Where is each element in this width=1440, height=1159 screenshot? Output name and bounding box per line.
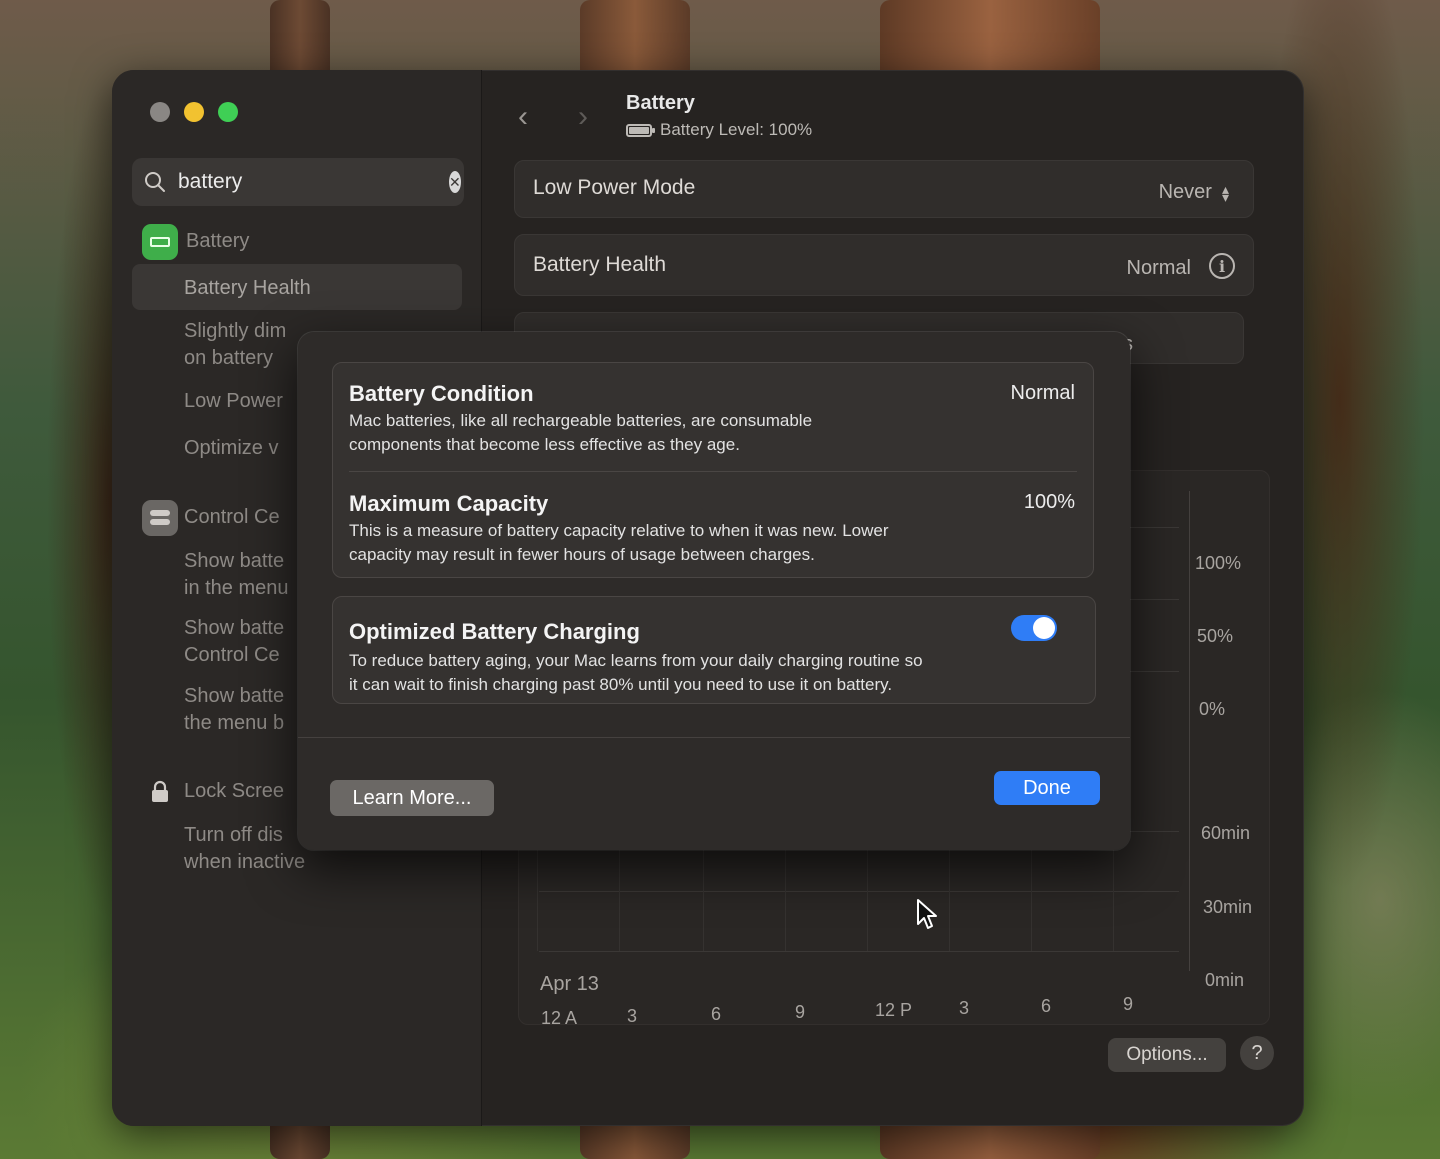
battery-icon <box>626 123 655 137</box>
chart-gridline <box>867 841 868 951</box>
chevron-up-down-icon: ▴ ▾ <box>1221 180 1229 205</box>
chart-date-label: Apr 13 <box>540 973 599 995</box>
x-tick-label: 3 <box>959 998 970 1018</box>
back-chevron-icon[interactable]: ‹ <box>518 100 528 134</box>
sidebar-item-label: Control Ce <box>184 644 280 666</box>
sidebar-item-control-centre[interactable]: Control Ce <box>184 504 280 531</box>
description-line: it can wait to finish charging past 80% … <box>349 675 893 694</box>
description-line: This is a measure of battery capacity re… <box>349 521 889 540</box>
chart-gridline <box>537 841 538 951</box>
sidebar-item-label: on battery <box>184 347 273 369</box>
info-icon[interactable]: i <box>1209 253 1235 279</box>
low-power-mode-select[interactable]: Never ▴ ▾ <box>1159 181 1229 204</box>
minimize-window-button[interactable] <box>184 102 204 122</box>
x-tick-label: 12 P <box>875 1000 913 1020</box>
low-power-mode-value: Never <box>1158 181 1212 203</box>
level-tick-label: 100% <box>1195 553 1242 573</box>
battery-info-group: Battery Condition Normal Mac batteries, … <box>332 362 1094 578</box>
level-tick-label: 0% <box>1199 699 1226 719</box>
time-tick-label: 0min <box>1205 970 1245 990</box>
optimized-charging-title: Optimized Battery Charging <box>349 619 640 644</box>
sidebar-item-label: Show batte <box>184 550 285 572</box>
maximum-capacity-title: Maximum Capacity <box>349 491 549 516</box>
sidebar-item-show-battery-menubar[interactable]: Show batte the menu b <box>184 683 284 737</box>
battery-level-text: Battery Level: 100% <box>660 120 813 139</box>
description-line: capacity may result in fewer hours of us… <box>349 545 815 564</box>
chart-gridline <box>1113 841 1114 951</box>
forward-chevron-icon[interactable]: › <box>578 100 588 134</box>
sidebar-item-optimize[interactable]: Optimize v <box>184 435 278 462</box>
battery-level-status: Battery Level: 100% <box>626 120 812 140</box>
level-tick-label: 50% <box>1197 626 1234 646</box>
learn-more-button[interactable]: Learn More... <box>330 780 494 816</box>
time-tick-label: 30min <box>1203 897 1253 917</box>
chart-gridline <box>949 841 950 951</box>
description-line: components that become less effective as… <box>349 435 740 454</box>
battery-condition-value: Normal <box>1010 382 1075 404</box>
done-button[interactable]: Done <box>994 771 1100 805</box>
battery-health-value: Normal <box>1126 257 1191 279</box>
description-line: To reduce battery aging, your Mac learns… <box>349 651 923 670</box>
low-power-mode-label: Low Power Mode <box>533 176 696 199</box>
maximum-capacity-value: 100% <box>1023 491 1075 513</box>
sidebar-item-label: Show batte <box>184 617 285 639</box>
chart-gridline <box>619 841 620 951</box>
zoom-window-button[interactable] <box>218 102 238 122</box>
sidebar-item-battery[interactable]: Battery <box>186 228 249 255</box>
x-tick-label: 6 <box>711 1004 722 1024</box>
battery-health-row: Battery Health Normal i <box>514 234 1254 296</box>
time-tick-label: 60min <box>1201 823 1251 843</box>
footer-divider <box>298 737 1130 738</box>
chart-gridline <box>539 891 1179 892</box>
page-title: Battery <box>626 92 695 114</box>
mouse-pointer-icon <box>917 899 937 929</box>
chart-axis <box>1189 491 1190 971</box>
sidebar-item-label: Show batte <box>184 685 285 707</box>
x-tick-label: 9 <box>795 1002 806 1022</box>
sidebar-item-turn-off-display[interactable]: Turn off dis when inactive <box>184 822 305 876</box>
chart-gridline <box>539 951 1179 952</box>
sidebar-item-slightly-dim[interactable]: Slightly dim on battery <box>184 318 286 372</box>
battery-category-icon <box>142 224 178 260</box>
sidebar-item-low-power[interactable]: Low Power <box>184 388 283 415</box>
battery-health-sheet: Battery Condition Normal Mac batteries, … <box>298 332 1130 850</box>
sidebar-item-battery-health[interactable]: Battery Health <box>184 275 311 302</box>
search-field[interactable]: ✕ <box>132 158 464 206</box>
x-tick-label: 12 A <box>541 1008 578 1028</box>
sidebar-item-label: in the menu <box>184 577 289 599</box>
x-tick-label: 9 <box>1123 994 1134 1014</box>
sidebar-item-show-battery-control[interactable]: Show batte Control Ce <box>184 615 284 669</box>
sidebar-item-label: the menu b <box>184 712 285 734</box>
control-centre-icon <box>142 500 178 536</box>
maximum-capacity-description: This is a measure of battery capacity re… <box>349 519 889 567</box>
options-button[interactable]: Options... <box>1108 1038 1226 1072</box>
sidebar-item-label: Turn off dis <box>184 824 283 846</box>
description-line: Mac batteries, like all rechargeable bat… <box>349 411 813 430</box>
search-input[interactable] <box>178 170 449 194</box>
lock-icon <box>142 774 178 810</box>
close-window-button[interactable] <box>150 102 170 122</box>
chart-gridline <box>1031 841 1032 951</box>
battery-condition-title: Battery Condition <box>349 381 534 406</box>
window-controls <box>150 102 238 122</box>
divider <box>349 471 1077 472</box>
chart-gridline <box>703 841 704 951</box>
x-tick-label: 3 <box>627 1006 638 1026</box>
optimized-charging-group: Optimized Battery Charging To reduce bat… <box>332 596 1096 704</box>
sidebar-item-label: Slightly dim <box>184 320 287 342</box>
sidebar-item-label: when inactive <box>184 851 306 873</box>
help-button[interactable]: ? <box>1240 1036 1274 1070</box>
sidebar-item-show-battery-menu[interactable]: Show batte in the menu <box>184 548 289 602</box>
x-tick-label: 6 <box>1041 996 1052 1016</box>
optimized-charging-description: To reduce battery aging, your Mac learns… <box>349 649 923 697</box>
optimized-charging-toggle[interactable] <box>1011 615 1057 641</box>
battery-health-label: Battery Health <box>533 253 667 276</box>
low-power-mode-row: Low Power Mode Never ▴ ▾ <box>514 160 1254 218</box>
search-icon <box>145 172 165 192</box>
clear-search-icon[interactable]: ✕ <box>449 171 461 193</box>
battery-condition-description: Mac batteries, like all rechargeable bat… <box>349 409 812 457</box>
chart-gridline <box>785 841 786 951</box>
sidebar-item-lock-screen[interactable]: Lock Scree <box>184 778 284 805</box>
